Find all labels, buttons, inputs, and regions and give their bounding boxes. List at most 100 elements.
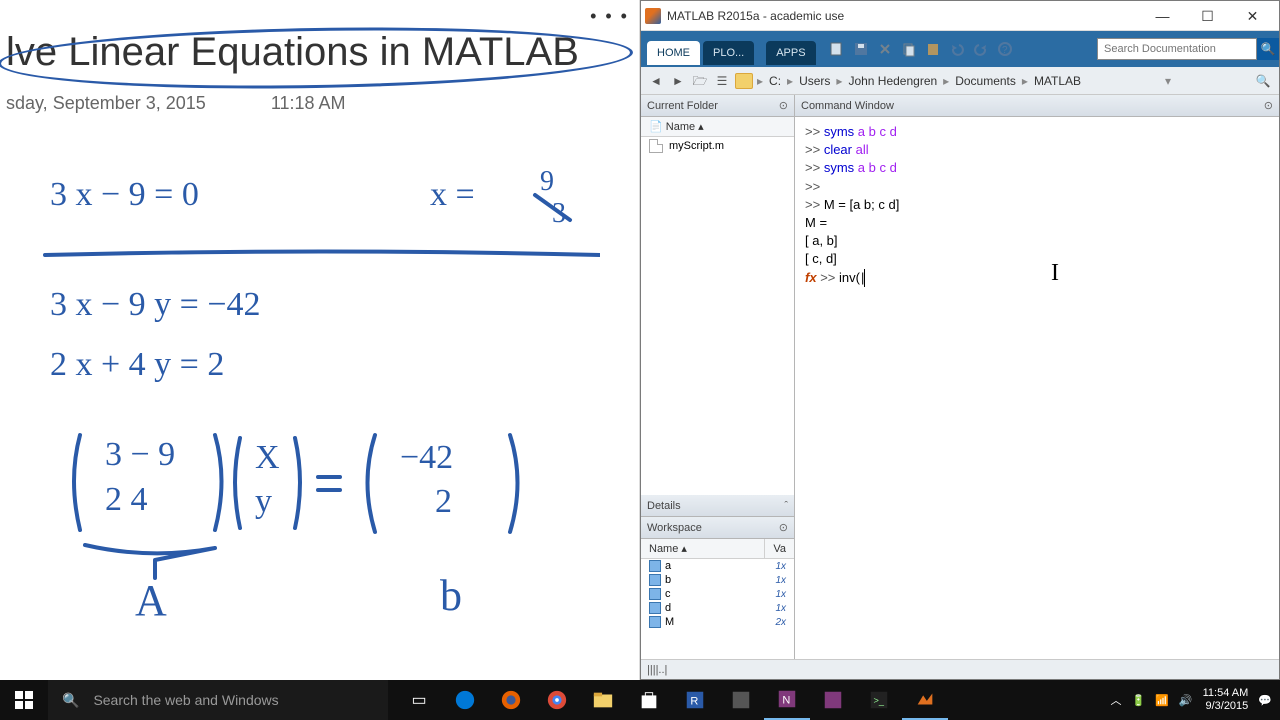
svg-text:A: A bbox=[135, 576, 167, 625]
note-meta: sday, September 3, 2015 11:18 AM bbox=[0, 93, 639, 114]
fx-icon[interactable]: fx bbox=[805, 270, 817, 285]
name-column-header[interactable]: 📄 Name ▴ bbox=[641, 117, 794, 137]
copy-icon[interactable] bbox=[901, 41, 917, 57]
search-input[interactable] bbox=[1097, 38, 1257, 60]
variable-icon bbox=[649, 602, 661, 614]
svg-text:>_: >_ bbox=[874, 696, 885, 706]
start-button[interactable] bbox=[0, 680, 48, 720]
current-folder-label: Current Folder bbox=[647, 100, 718, 112]
undo-icon[interactable] bbox=[949, 41, 965, 57]
taskbar-items: ▭ R N >_ bbox=[396, 680, 948, 720]
explorer-icon[interactable] bbox=[580, 680, 626, 720]
command-window[interactable]: >> syms a b c d >> clear all >> syms a b… bbox=[795, 117, 1279, 659]
notifications-icon[interactable]: 💬 bbox=[1258, 694, 1272, 707]
svg-text:2 4: 2 4 bbox=[105, 481, 148, 518]
breadcrumb[interactable]: Users bbox=[797, 74, 832, 88]
battery-icon[interactable]: 🔋 bbox=[1132, 694, 1146, 707]
paste-icon[interactable] bbox=[925, 41, 941, 57]
ws-name-header[interactable]: Name ▴ bbox=[641, 539, 765, 558]
window-title: MATLAB R2015a - academic use bbox=[667, 9, 1140, 23]
wifi-icon[interactable]: 📶 bbox=[1155, 694, 1169, 707]
task-view-button[interactable]: ▭ bbox=[396, 680, 442, 720]
variable-icon bbox=[649, 588, 661, 600]
maximize-button[interactable]: ☐ bbox=[1185, 2, 1230, 30]
up-button[interactable]: 🗁 bbox=[691, 72, 709, 90]
new-script-icon[interactable] bbox=[829, 41, 845, 57]
text-cursor-icon: I bbox=[1051, 257, 1059, 291]
path-search-icon[interactable]: 🔍 bbox=[1253, 74, 1273, 88]
svg-text:3 x − 9 = 0: 3 x − 9 = 0 bbox=[50, 176, 199, 213]
details-header[interactable]: Details ˆ bbox=[641, 495, 794, 517]
workspace-list[interactable]: a1x b1x c1x d1x M2x bbox=[641, 559, 794, 659]
note-canvas: 3 x − 9 = 0 x = 9 3 3 x − 9 y = −42 2 x … bbox=[40, 160, 600, 670]
file-row[interactable]: myScript.m bbox=[641, 137, 794, 155]
store-icon[interactable] bbox=[626, 680, 672, 720]
search-button[interactable]: 🔍 bbox=[1257, 38, 1279, 60]
command-window-label: Command Window bbox=[801, 100, 894, 112]
collapse-icon[interactable]: ⊙ bbox=[1264, 99, 1273, 112]
tab-apps[interactable]: APPS bbox=[766, 41, 815, 65]
current-folder-list[interactable]: myScript.m bbox=[641, 137, 794, 495]
search-placeholder: Search the web and Windows bbox=[93, 692, 278, 708]
ws-row[interactable]: c1x bbox=[641, 587, 794, 601]
tray-chevron-icon[interactable]: ︿ bbox=[1111, 692, 1122, 708]
address-bar: ◄ ► 🗁 ☰ ▸ C:▸ Users▸ John Hedengren▸ Doc… bbox=[641, 67, 1279, 95]
taskbar-search[interactable]: 🔍 Search the web and Windows bbox=[48, 680, 388, 720]
breadcrumb[interactable]: Documents bbox=[953, 74, 1018, 88]
close-button[interactable]: ✕ bbox=[1230, 2, 1275, 30]
onenote-icon[interactable]: N bbox=[764, 680, 810, 720]
ribbon: HOME PLO... APPS ? 🔍 bbox=[641, 31, 1279, 67]
details-label: Details bbox=[647, 500, 681, 512]
mfile-icon bbox=[649, 139, 663, 153]
help-icon[interactable]: ? bbox=[997, 41, 1013, 57]
app-icon[interactable] bbox=[718, 680, 764, 720]
browse-button[interactable]: ☰ bbox=[713, 72, 731, 90]
titlebar[interactable]: MATLAB R2015a - academic use — ☐ ✕ bbox=[641, 1, 1279, 31]
forward-button[interactable]: ► bbox=[669, 72, 687, 90]
svg-text:R: R bbox=[690, 696, 698, 708]
matlab-taskbar-icon[interactable] bbox=[902, 680, 948, 720]
windows-taskbar: 🔍 Search the web and Windows ▭ R N >_ ︿ … bbox=[0, 680, 1280, 720]
svg-text:b: b bbox=[440, 571, 462, 620]
ws-value-header[interactable]: Va bbox=[765, 539, 794, 558]
breadcrumb[interactable]: C: bbox=[767, 74, 783, 88]
firefox-icon[interactable] bbox=[488, 680, 534, 720]
status-bar: ||||..| bbox=[641, 659, 1279, 679]
system-tray[interactable]: ︿ 🔋 📶 🔊 11:54 AM 9/3/2015 💬 bbox=[1103, 680, 1280, 720]
more-menu[interactable]: • • • bbox=[590, 6, 629, 27]
ws-row[interactable]: M2x bbox=[641, 615, 794, 629]
onenote2-icon[interactable] bbox=[810, 680, 856, 720]
revit-icon[interactable]: R bbox=[672, 680, 718, 720]
breadcrumb[interactable]: John Hedengren bbox=[846, 74, 939, 88]
svg-text:x =: x = bbox=[430, 176, 475, 213]
save-icon[interactable] bbox=[853, 41, 869, 57]
breadcrumb[interactable]: MATLAB bbox=[1032, 74, 1083, 88]
chrome-icon[interactable] bbox=[534, 680, 580, 720]
command-window-header[interactable]: Command Window ⊙ bbox=[795, 95, 1279, 117]
edge-icon[interactable] bbox=[442, 680, 488, 720]
file-name: myScript.m bbox=[669, 140, 724, 152]
cut-icon[interactable] bbox=[877, 41, 893, 57]
workspace-label: Workspace bbox=[647, 522, 702, 534]
svg-text:3: 3 bbox=[552, 198, 566, 229]
svg-text:X: X bbox=[255, 439, 280, 476]
volume-icon[interactable]: 🔊 bbox=[1179, 694, 1193, 707]
clock[interactable]: 11:54 AM 9/3/2015 bbox=[1203, 687, 1249, 713]
tab-home[interactable]: HOME bbox=[647, 41, 700, 65]
expand-icon[interactable]: ˆ bbox=[784, 500, 788, 512]
cmd-icon[interactable]: >_ bbox=[856, 680, 902, 720]
onenote-window: • • • lve Linear Equations in MATLAB sda… bbox=[0, 0, 640, 680]
workspace-header[interactable]: Workspace ⊙ bbox=[641, 517, 794, 539]
ws-row[interactable]: a1x bbox=[641, 559, 794, 573]
minimize-button[interactable]: — bbox=[1140, 2, 1185, 30]
ws-row[interactable]: b1x bbox=[641, 573, 794, 587]
redo-icon[interactable] bbox=[973, 41, 989, 57]
collapse-icon[interactable]: ⊙ bbox=[779, 99, 788, 112]
current-folder-header[interactable]: Current Folder ⊙ bbox=[641, 95, 794, 117]
tab-plots[interactable]: PLO... bbox=[703, 41, 754, 65]
svg-text:?: ? bbox=[1002, 45, 1008, 56]
matlab-window: MATLAB R2015a - academic use — ☐ ✕ HOME … bbox=[640, 0, 1280, 680]
ws-row[interactable]: d1x bbox=[641, 601, 794, 615]
collapse-icon[interactable]: ⊙ bbox=[779, 521, 788, 534]
back-button[interactable]: ◄ bbox=[647, 72, 665, 90]
